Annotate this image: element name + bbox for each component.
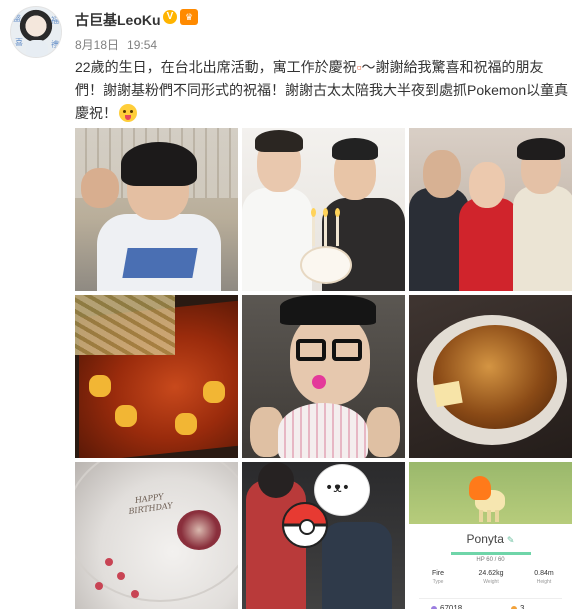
photo-candle bbox=[336, 216, 339, 246]
candy-value: 3 bbox=[520, 604, 525, 609]
photo-glasses bbox=[296, 339, 326, 361]
photo-dessert-plate[interactable]: HAPPY BIRTHDAY bbox=[75, 462, 238, 609]
post-time[interactable]: 19:54 bbox=[127, 38, 157, 52]
photo-figure bbox=[255, 130, 303, 152]
stat-height-value: 0.84 bbox=[534, 570, 548, 577]
author-avatar[interactable]: 盛 福 喜 禮 bbox=[10, 6, 62, 58]
avatar-decoration: 禮 bbox=[51, 40, 59, 49]
stat-weight-label: Weight bbox=[483, 579, 499, 585]
hp-bar bbox=[451, 552, 531, 555]
photo-decoration bbox=[312, 375, 326, 389]
pokemon-card: Ponyta ✎ HP 60 / 60 Fire Type 24.62kg Wei… bbox=[409, 524, 572, 609]
stat-height: 0.84m Height bbox=[517, 570, 571, 585]
post-text-line1a: 22歲的生日，在台北出席活動，寓工作於慶祝 bbox=[75, 59, 357, 75]
photo-petal bbox=[105, 558, 113, 566]
photo-vegetables bbox=[75, 295, 175, 355]
ponyta-icon bbox=[469, 472, 509, 522]
ponyta-leg bbox=[479, 510, 483, 522]
photo-tofu bbox=[203, 381, 225, 403]
photo-figure bbox=[258, 462, 294, 498]
photo-tofu bbox=[175, 413, 197, 435]
pokemon-name-row: Ponyta ✎ bbox=[409, 532, 572, 546]
photo-figure bbox=[469, 162, 505, 208]
photo-petal bbox=[131, 590, 139, 598]
tongue-out-emoji-icon bbox=[119, 104, 137, 122]
stardust-value: 67018 bbox=[440, 604, 463, 609]
stat-type-value: Fire bbox=[431, 570, 445, 577]
photo-candle bbox=[324, 216, 327, 246]
photo-figure bbox=[121, 142, 197, 186]
pencil-icon: ✎ bbox=[506, 535, 515, 545]
photo-birthday-cake-friends[interactable] bbox=[242, 128, 405, 291]
photo-figure bbox=[332, 138, 378, 160]
weibo-post: 盛 福 喜 禮 古巨基LeoKu V ♛ 8月18日 19:54 22歲的生日，在… bbox=[0, 0, 583, 609]
photo-petal bbox=[117, 572, 125, 580]
photo-cake bbox=[278, 403, 368, 458]
stardust-count: 67018 bbox=[431, 604, 462, 609]
photo-figure bbox=[517, 138, 565, 160]
pokemon-name: Ponyta bbox=[466, 532, 504, 546]
photo-cake bbox=[300, 246, 352, 284]
photo-pokeball[interactable] bbox=[242, 462, 405, 609]
post-text-line2: 們！謝謝基粉們不同形式的祝福！謝謝古太太陪我大半夜到處抓Pokemon以童真 bbox=[75, 82, 569, 98]
avatar-decoration: 盛 bbox=[13, 14, 21, 23]
stat-type: Fire Type bbox=[411, 570, 465, 585]
photo-pokemon-go[interactable]: Ponyta ✎ HP 60 / 60 Fire Type 24.62kg Wei… bbox=[409, 462, 572, 609]
stat-weight: 24.62kg Weight bbox=[464, 570, 518, 585]
post-date[interactable]: 8月18日 bbox=[75, 38, 119, 52]
bear-face-sticker-icon bbox=[314, 464, 370, 516]
photo-tofu bbox=[115, 405, 137, 427]
divider bbox=[419, 598, 562, 599]
author-name[interactable]: 古巨基LeoKu bbox=[75, 10, 161, 30]
photo-pudding[interactable] bbox=[409, 295, 572, 458]
stat-weight-value: 24.62 bbox=[478, 570, 497, 577]
photo-glasses bbox=[332, 339, 362, 361]
candy-count: 3 bbox=[511, 604, 524, 609]
stat-type-label: Type bbox=[432, 579, 444, 585]
ponyta-leg bbox=[495, 510, 499, 522]
stat-weight-unit: kg bbox=[496, 570, 504, 577]
post-text: 22歲的生日，在台北出席活動，寓工作於慶祝▫～謝謝給我驚喜和祝福的朋友 們！謝謝… bbox=[75, 56, 573, 125]
photo-petal bbox=[95, 582, 103, 590]
photo-hotpot[interactable] bbox=[75, 295, 238, 458]
stat-height-label: Height bbox=[536, 579, 552, 585]
photo-figure bbox=[513, 186, 572, 291]
ponyta-mane bbox=[469, 476, 491, 500]
photo-flame bbox=[323, 208, 328, 217]
photo-figure bbox=[280, 295, 376, 325]
post-text-line1b: ～謝謝給我驚喜和祝福的朋友 bbox=[361, 59, 544, 75]
photo-figure bbox=[81, 168, 119, 208]
avatar-body bbox=[26, 40, 48, 57]
photo-flame bbox=[335, 208, 340, 217]
stat-height-unit: m bbox=[547, 570, 554, 577]
verified-badge-icon[interactable]: V bbox=[163, 10, 177, 24]
member-crown-icon[interactable]: ♛ bbox=[180, 9, 198, 25]
photo-figure bbox=[122, 248, 198, 278]
avatar-decoration: 喜 bbox=[15, 38, 23, 47]
photo-tofu bbox=[89, 375, 111, 397]
photo-flame bbox=[311, 208, 316, 217]
photo-candle bbox=[312, 216, 315, 246]
avatar-decoration: 福 bbox=[51, 16, 59, 25]
photo-grid: HAPPY BIRTHDAY Ponyta✎ bbox=[75, 128, 573, 609]
photo-butter bbox=[433, 380, 463, 408]
hp-text: HP 60 / 60 bbox=[476, 557, 505, 563]
photo-figure bbox=[242, 188, 312, 291]
ponyta-leg bbox=[487, 510, 491, 522]
photo-figure bbox=[322, 522, 392, 609]
photo-flan bbox=[433, 325, 557, 429]
hp-bar-fill bbox=[451, 552, 531, 555]
post-meta: 8月18日 19:54 bbox=[75, 36, 157, 53]
photo-selfie-cake[interactable] bbox=[242, 295, 405, 458]
post-text-line3: 慶祝！ bbox=[75, 105, 117, 121]
photo-figure bbox=[459, 198, 519, 291]
photo-childhood[interactable] bbox=[75, 128, 238, 291]
photo-figure bbox=[366, 407, 400, 457]
pokeball-icon bbox=[282, 502, 328, 548]
photo-figure bbox=[423, 150, 461, 198]
photo-dessert bbox=[177, 510, 221, 550]
photo-group-event[interactable] bbox=[409, 128, 572, 291]
